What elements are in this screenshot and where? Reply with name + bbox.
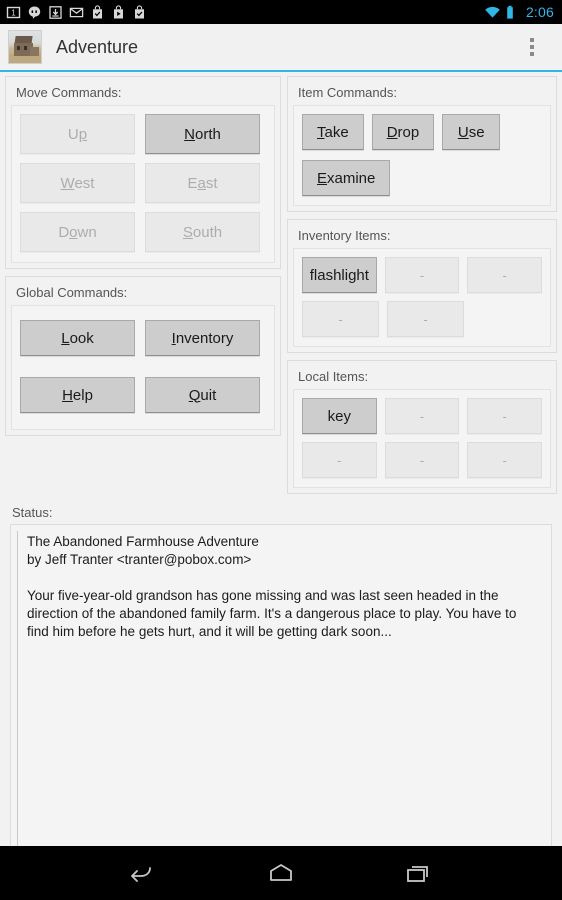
local-items-label: Local Items: <box>298 369 369 384</box>
bag-check-icon <box>90 4 105 20</box>
move-down-button[interactable]: Down <box>20 212 135 252</box>
status-bar-clock: 2:06 <box>525 4 554 20</box>
inventory-slot-4-label: - <box>423 311 428 327</box>
local-slot-5[interactable]: - <box>467 442 543 478</box>
app-action-bar: Adventure <box>0 24 562 72</box>
move-south-label: South <box>182 223 223 241</box>
local-slot-3[interactable]: - <box>302 442 377 478</box>
item-drop-label: Drop <box>386 123 420 141</box>
inventory-items-label: Inventory Items: <box>298 228 391 243</box>
item-commands-label: Item Commands: <box>298 85 397 100</box>
home-icon[interactable] <box>258 856 304 890</box>
local-slot-1-label: - <box>419 408 425 424</box>
global-quit-label: Quit <box>188 386 217 404</box>
global-look-button[interactable]: Look <box>20 320 135 356</box>
local-slot-4-label: - <box>419 452 425 468</box>
move-commands-panel: Move Commands: Up North West East Down S… <box>5 76 281 269</box>
download-icon <box>48 5 63 20</box>
local-slot-0[interactable]: key <box>302 398 377 434</box>
local-slot-2-label: - <box>502 408 507 424</box>
local-slot-5-label: - <box>502 452 507 468</box>
inventory-slot-0[interactable]: flashlight <box>302 257 377 293</box>
status-section: Status: The Abandoned Farmhouse Adventur… <box>5 503 557 883</box>
status-bar-notification-icons: 1 <box>6 4 147 20</box>
battery-icon <box>505 5 520 20</box>
local-slot-4[interactable]: - <box>384 442 460 478</box>
wifi-icon <box>484 5 500 20</box>
global-quit-button[interactable]: Quit <box>145 377 260 413</box>
inventory-slot-2-label: - <box>502 267 507 283</box>
main-content: Move Commands: Up North West East Down S… <box>0 72 562 883</box>
inventory-slot-3-label: - <box>338 311 343 327</box>
item-use-button[interactable]: Use <box>442 114 501 150</box>
move-east-label: East <box>187 174 218 192</box>
global-inventory-button[interactable]: Inventory <box>145 320 260 356</box>
item-examine-button[interactable]: Examine <box>302 160 391 196</box>
bag-check-icon-2 <box>132 4 147 20</box>
inventory-items-panel: Inventory Items: flashlight - - - - <box>287 219 557 353</box>
move-commands-label: Move Commands: <box>16 85 122 100</box>
local-slot-0-label: key <box>327 407 351 425</box>
global-help-button[interactable]: Help <box>20 377 135 413</box>
recents-icon[interactable] <box>396 856 442 890</box>
status-label: Status: <box>12 505 53 520</box>
status-textarea[interactable]: The Abandoned Farmhouse Adventure by Jef… <box>10 524 552 862</box>
status-bar-system-icons: 2:06 <box>484 4 554 20</box>
move-south-button[interactable]: South <box>145 212 260 252</box>
item-commands-panel: Item Commands: Take Drop Use Examine <box>287 76 557 212</box>
inventory-slot-2[interactable]: - <box>467 257 543 293</box>
status-text: The Abandoned Farmhouse Adventure by Jef… <box>27 534 517 639</box>
left-column: Move Commands: Up North West East Down S… <box>5 76 281 443</box>
move-east-button[interactable]: East <box>145 163 260 203</box>
global-commands-label: Global Commands: <box>16 285 128 300</box>
local-slot-2[interactable]: - <box>467 398 543 434</box>
move-up-button[interactable]: Up <box>20 114 135 154</box>
move-down-label: Down <box>58 223 97 241</box>
item-take-label: Take <box>317 123 349 141</box>
sim-one-icon: 1 <box>6 5 21 20</box>
farmhouse-app-icon <box>8 30 42 64</box>
page-title: Adventure <box>56 36 139 57</box>
move-west-label: West <box>60 174 95 192</box>
local-slot-3-label: - <box>337 452 342 468</box>
global-commands-panel: Global Commands: Look Inventory Help Qui… <box>5 276 281 436</box>
inventory-slot-3[interactable]: - <box>302 301 379 337</box>
item-use-label: Use <box>457 123 485 141</box>
move-north-button[interactable]: North <box>145 114 260 154</box>
move-up-label: Up <box>67 125 88 143</box>
android-status-bar: 1 2:06 <box>0 0 562 24</box>
android-navigation-bar <box>0 846 562 900</box>
play-store-icon <box>111 4 126 20</box>
right-column: Item Commands: Take Drop Use Examine Inv… <box>287 76 557 501</box>
hangouts-icon <box>27 5 42 20</box>
item-examine-label: Examine <box>317 169 376 187</box>
gmail-icon <box>69 5 84 20</box>
inventory-slot-4[interactable]: - <box>387 301 464 337</box>
inventory-slot-1-label: - <box>419 267 425 283</box>
move-west-button[interactable]: West <box>20 163 135 203</box>
overflow-menu-icon[interactable] <box>524 32 540 62</box>
local-slot-1[interactable]: - <box>384 398 460 434</box>
inventory-slot-1[interactable]: - <box>384 257 460 293</box>
item-take-button[interactable]: Take <box>302 114 364 150</box>
global-inventory-label: Inventory <box>171 329 234 347</box>
global-help-label: Help <box>62 386 93 404</box>
inventory-slot-0-label: flashlight <box>309 266 369 284</box>
global-look-label: Look <box>61 329 94 347</box>
move-north-label: North <box>184 125 221 143</box>
back-icon[interactable] <box>120 856 166 890</box>
local-items-panel: Local Items: key - - - - - <box>287 360 557 494</box>
item-drop-button[interactable]: Drop <box>371 114 435 150</box>
svg-text:1: 1 <box>11 8 16 17</box>
